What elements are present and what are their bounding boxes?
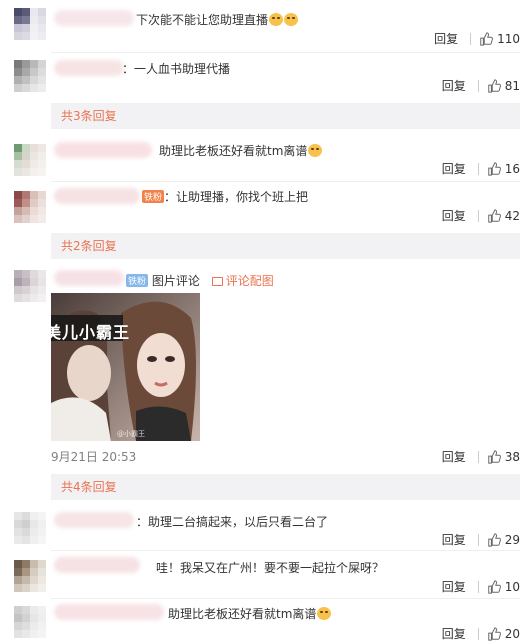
divider: [477, 209, 479, 222]
avatar[interactable]: [14, 60, 46, 92]
comment-text: 下次能不能让您助理直播: [136, 11, 299, 28]
divider: [51, 550, 520, 551]
like-count: 81: [504, 78, 520, 93]
user-name[interactable]: [54, 557, 140, 573]
avatar[interactable]: [14, 8, 46, 40]
comment-item: 助理比老板还好看就tm离谱 回复 20: [0, 600, 530, 643]
image-watermark: @小霸王: [117, 430, 145, 438]
comment-item: 助理比老板还好看就tm离谱 回复 16: [0, 138, 530, 180]
comment-actions: 回复 20: [442, 625, 520, 642]
reply-button[interactable]: 回复: [442, 448, 466, 465]
comment-actions: 回复 81: [442, 77, 520, 94]
user-name[interactable]: [54, 512, 134, 528]
avatar[interactable]: [14, 606, 46, 638]
user-name[interactable]: [54, 604, 164, 620]
reply-button[interactable]: 回复: [442, 207, 466, 224]
like-button[interactable]: 10: [487, 580, 520, 594]
divider: [51, 598, 520, 599]
user-name[interactable]: [54, 142, 152, 158]
divider: [477, 533, 479, 546]
like-count: 20: [504, 626, 520, 641]
comment-text: 哇！我呆又在广州！要不要一起拉个屎呀？: [156, 561, 385, 575]
more-replies-link[interactable]: 共3条回复: [51, 103, 520, 129]
like-count: 10: [504, 579, 520, 594]
divider: [477, 580, 479, 593]
reply-button[interactable]: 回复: [442, 531, 466, 548]
timestamp: 9月21日 20:53: [51, 450, 137, 464]
thumbs-up-icon: [487, 208, 501, 223]
divider: [51, 52, 520, 53]
comment-item: ：助理二台搞起来，以后只看二台了 回复 29: [0, 508, 530, 550]
reply-button[interactable]: 回复: [442, 77, 466, 94]
comment-image[interactable]: 美儿小霸王 @小霸王: [51, 293, 200, 441]
user-name[interactable]: [54, 270, 124, 286]
thumbs-up-icon: [487, 161, 501, 176]
emoji-icon: [308, 144, 323, 157]
fan-badge: 铁粉: [142, 190, 165, 203]
user-name[interactable]: [54, 188, 140, 204]
thumbs-up-icon: [487, 579, 501, 594]
avatar[interactable]: [14, 512, 46, 544]
like-count: 38: [504, 449, 520, 464]
divider: [477, 79, 479, 92]
like-button[interactable]: 110: [479, 32, 520, 46]
emoji-icon: [284, 13, 299, 26]
thumbs-up-icon: [480, 31, 493, 46]
user-name[interactable]: [54, 10, 134, 26]
avatar[interactable]: [14, 191, 46, 223]
comment-text: 铁粉 ：让助理播，你找个班上把: [142, 190, 309, 204]
divider: [470, 32, 472, 45]
like-button[interactable]: 81: [487, 79, 520, 93]
avatar[interactable]: [14, 270, 46, 302]
divider: [477, 162, 479, 175]
comment-item: 下次能不能让您助理直播 回复 110: [0, 0, 530, 52]
like-button[interactable]: 29: [487, 533, 520, 547]
image-link[interactable]: 评论配图: [211, 274, 274, 288]
comment-text: ：助理二台搞起来，以后只看二台了: [136, 515, 329, 529]
photo: [51, 293, 200, 441]
reply-button[interactable]: 回复: [434, 30, 458, 47]
reply-button[interactable]: 回复: [442, 625, 466, 642]
avatar[interactable]: [14, 560, 46, 592]
comment-item: 铁粉 ：让助理播，你找个班上把 回复 42: [0, 183, 530, 227]
divider: [477, 627, 479, 640]
like-count: 42: [504, 208, 520, 223]
thumbs-up-icon: [487, 78, 501, 93]
divider: [51, 181, 520, 182]
like-count: 16: [504, 161, 520, 176]
fan-badge: 铁粉: [126, 274, 149, 287]
like-button[interactable]: 42: [487, 209, 520, 223]
like-button[interactable]: 16: [487, 162, 520, 176]
image-overlay-text: 美儿小霸王: [51, 323, 131, 342]
like-count: 110: [497, 31, 520, 46]
more-replies-link[interactable]: 共4条回复: [51, 474, 520, 500]
avatar[interactable]: [14, 144, 46, 176]
comment-actions: 回复 16: [442, 160, 520, 177]
comment-text: 铁粉 图片评论 评论配图: [126, 274, 274, 288]
comment-actions: 回复 10: [442, 578, 520, 595]
more-replies-link[interactable]: 共2条回复: [51, 233, 520, 259]
comment-item: 哇！我呆又在广州！要不要一起拉个屎呀？ 回复 10: [0, 552, 530, 597]
comment-actions: 回复 38: [442, 448, 520, 465]
comment-item: ：一人血书助理代播 回复 81: [0, 55, 530, 100]
reply-button[interactable]: 回复: [442, 160, 466, 177]
thumbs-up-icon: [487, 626, 501, 641]
emoji-icon: [317, 607, 332, 620]
comment-actions: 回复 29: [442, 531, 520, 548]
thumbs-up-icon: [487, 532, 501, 547]
comment-text: ：一人血书助理代播: [122, 62, 231, 76]
like-count: 29: [504, 532, 520, 547]
thumbs-up-icon: [487, 449, 501, 464]
comment-text: 助理比老板还好看就tm离谱: [159, 142, 323, 159]
comment-actions: 回复 110: [434, 30, 520, 47]
emoji-icon: [269, 13, 284, 26]
comment-text: 助理比老板还好看就tm离谱: [168, 605, 332, 622]
comment-actions: 回复 42: [442, 207, 520, 224]
divider: [477, 450, 479, 463]
like-button[interactable]: 38: [487, 450, 520, 464]
reply-button[interactable]: 回复: [442, 578, 466, 595]
user-name[interactable]: [54, 60, 124, 76]
like-button[interactable]: 20: [487, 627, 520, 641]
image-icon: [211, 277, 223, 286]
